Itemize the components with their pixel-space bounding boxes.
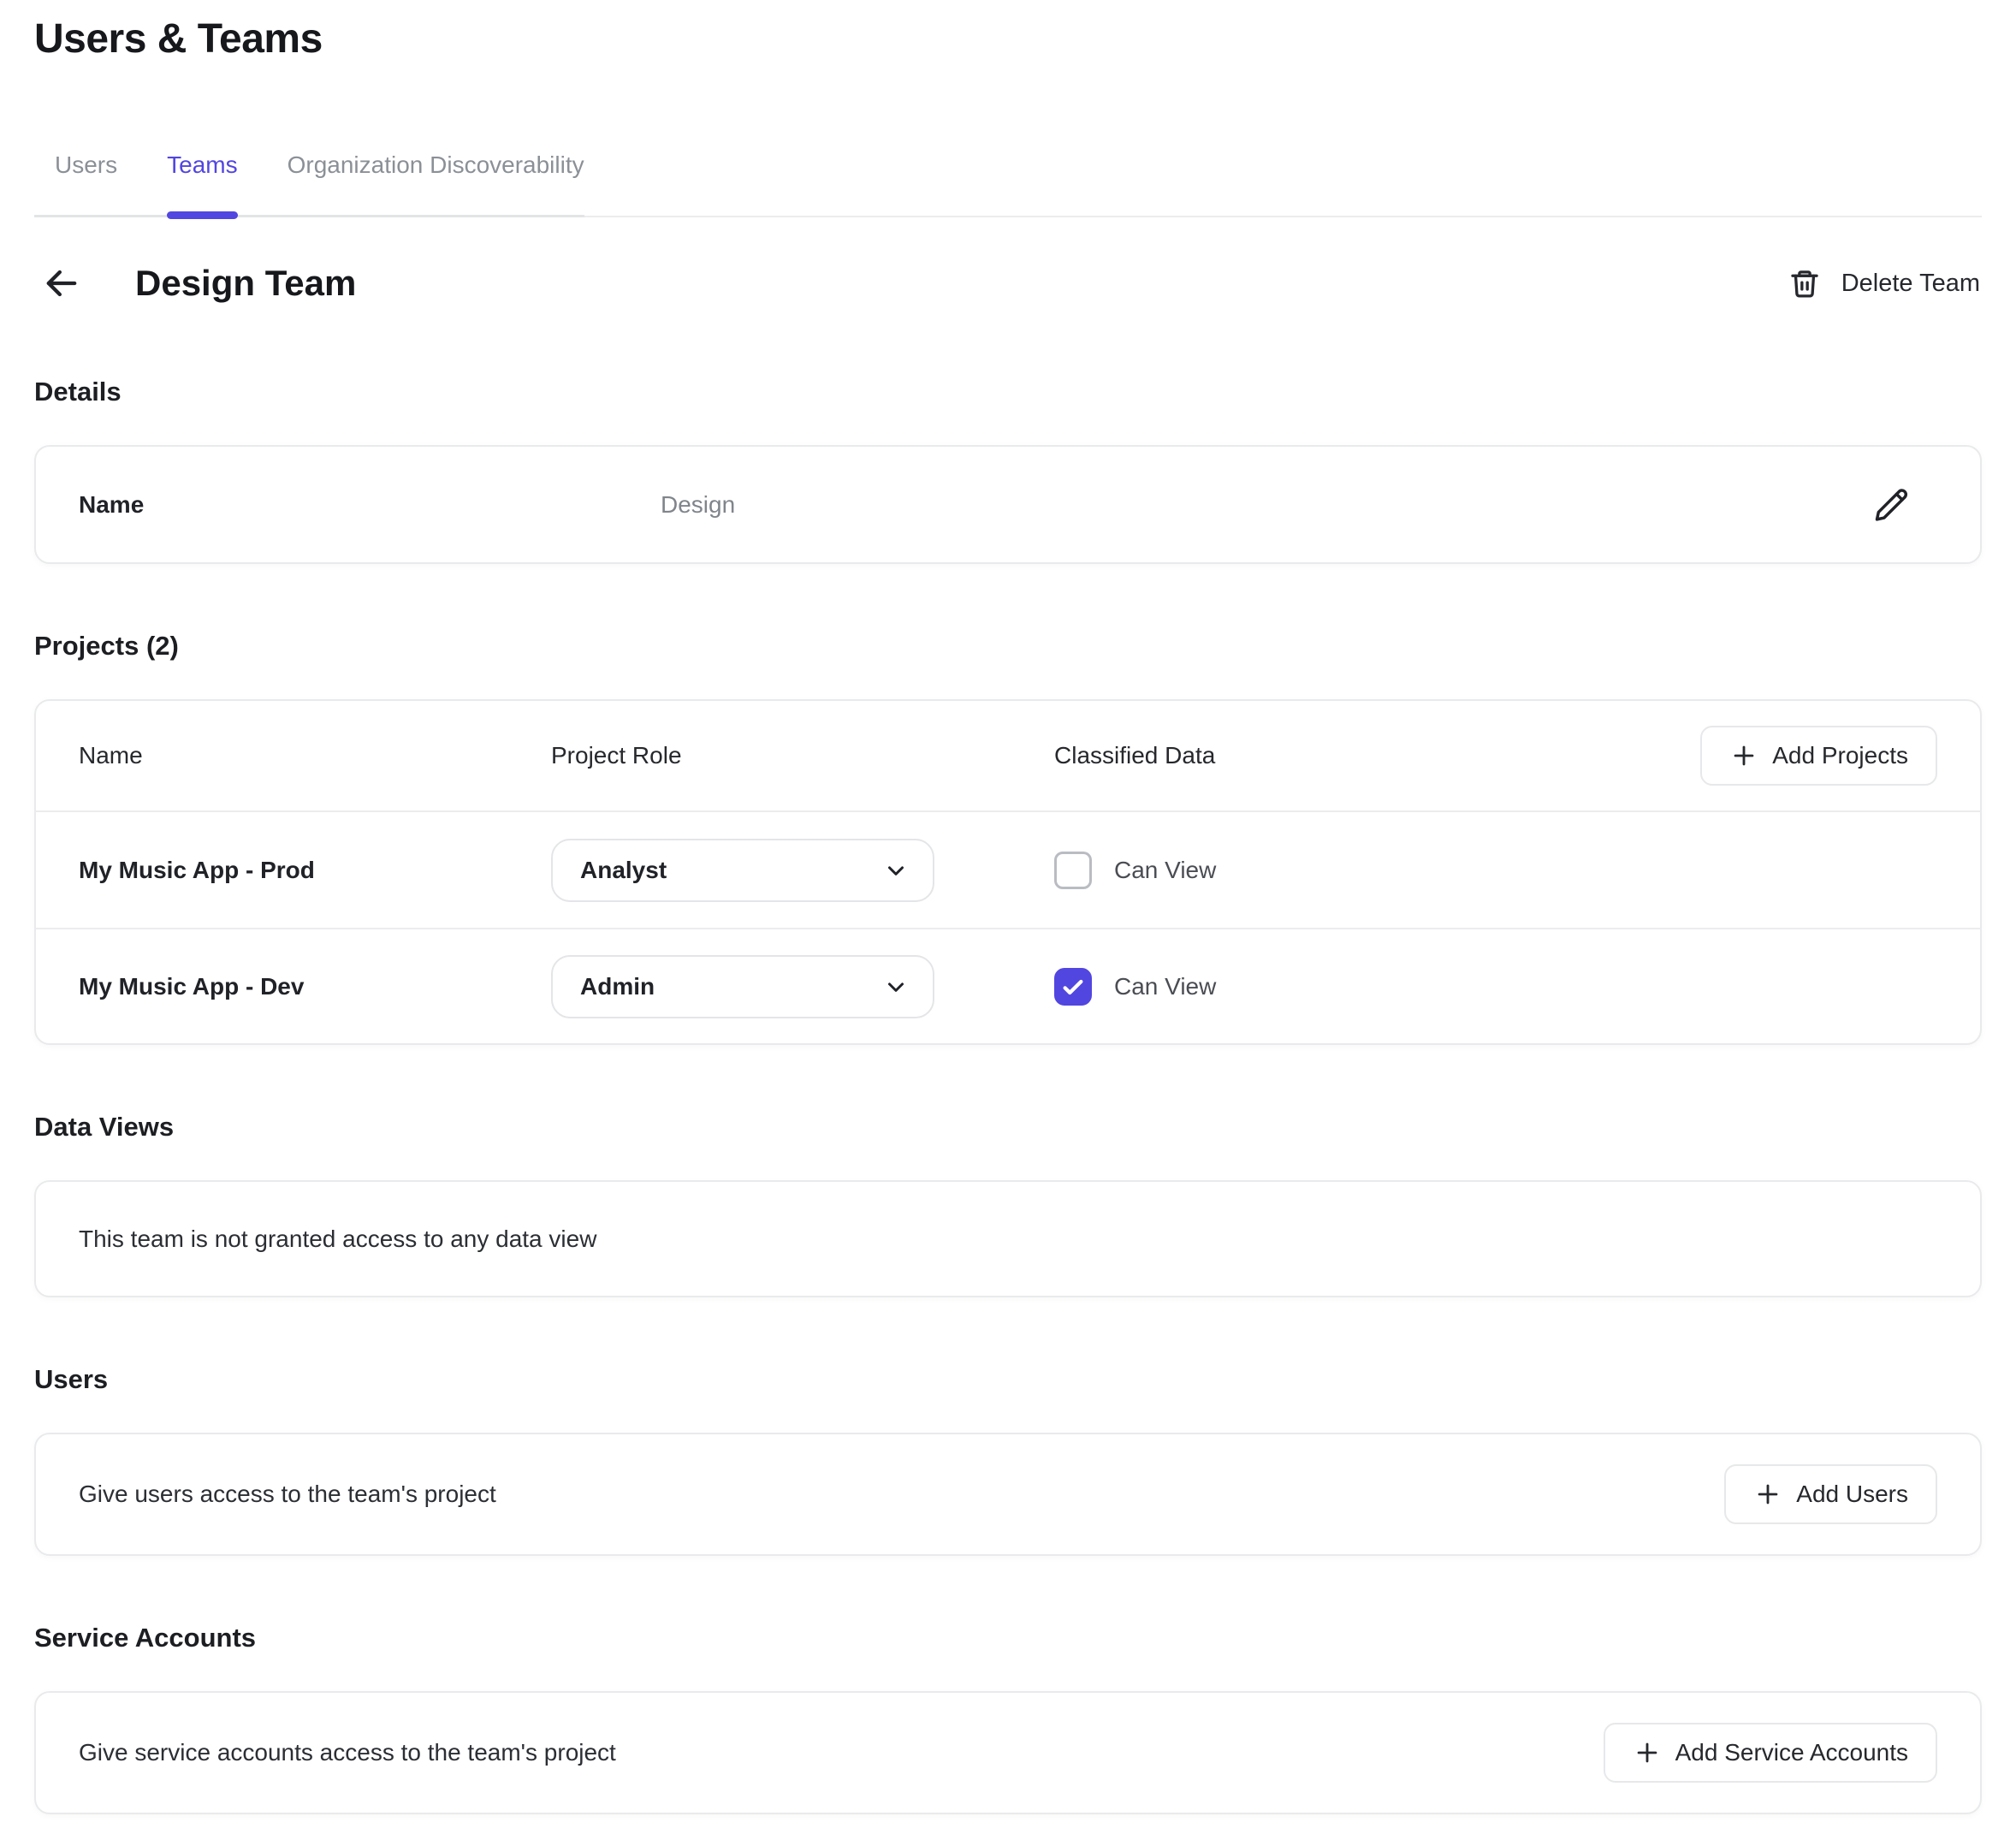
- tab-bar: Users Teams Organization Discoverability: [34, 151, 1982, 217]
- add-projects-button[interactable]: Add Projects: [1700, 726, 1937, 786]
- trash-icon: [1787, 265, 1823, 301]
- projects-section: Projects (2) Name Project Role Classifie…: [34, 631, 1982, 1045]
- projects-card: Name Project Role Classified Data Add Pr…: [34, 699, 1982, 1045]
- project-row: My Music App - Prod Analyst: [36, 812, 1980, 928]
- details-card: Name Design: [34, 445, 1982, 564]
- service-accounts-card: Give service accounts access to the team…: [34, 1691, 1982, 1814]
- users-card: Give users access to the team's project …: [34, 1433, 1982, 1556]
- back-button[interactable]: [38, 259, 86, 307]
- service-accounts-empty-text: Give service accounts access to the team…: [79, 1739, 616, 1766]
- data-views-section: Data Views This team is not granted acce…: [34, 1112, 1982, 1297]
- team-header: Design Team Delete Team: [34, 257, 1982, 310]
- edit-name-button[interactable]: [1865, 479, 1917, 531]
- users-section: Users Give users access to the team's pr…: [34, 1364, 1982, 1556]
- name-field-label: Name: [79, 491, 661, 519]
- can-view-label: Can View: [1114, 973, 1216, 1000]
- details-heading: Details: [34, 377, 1982, 407]
- add-projects-label: Add Projects: [1772, 742, 1908, 769]
- users-teams-page: Users & Teams Users Teams Organization D…: [0, 0, 2016, 1840]
- chevron-down-icon: [883, 974, 909, 1000]
- name-field-value: Design: [661, 491, 1865, 519]
- delete-team-label: Delete Team: [1841, 270, 1980, 298]
- projects-table-header: Name Project Role Classified Data Add Pr…: [36, 701, 1980, 812]
- add-service-accounts-label: Add Service Accounts: [1675, 1739, 1908, 1766]
- tab-organization-discoverability[interactable]: Organization Discoverability: [288, 151, 584, 215]
- project-row: My Music App - Dev Admin Ca: [36, 928, 1980, 1043]
- tab-teams-label: Teams: [167, 151, 237, 178]
- data-views-heading: Data Views: [34, 1112, 1982, 1143]
- add-service-accounts-button[interactable]: Add Service Accounts: [1604, 1723, 1937, 1783]
- can-view-label: Can View: [1114, 857, 1216, 884]
- project-role-value: Admin: [580, 973, 655, 1000]
- arrow-left-icon: [39, 261, 84, 306]
- add-users-label: Add Users: [1796, 1481, 1908, 1508]
- page-title: Users & Teams: [34, 15, 1982, 62]
- tab-users-label: Users: [55, 151, 117, 178]
- service-accounts-section: Service Accounts Give service accounts a…: [34, 1623, 1982, 1814]
- plus-icon: [1729, 741, 1758, 770]
- project-name: My Music App - Dev: [79, 973, 551, 1000]
- chevron-down-icon: [883, 858, 909, 883]
- details-section: Details Name Design: [34, 377, 1982, 564]
- column-header-classified-data: Classified Data: [1054, 742, 1700, 769]
- users-heading: Users: [34, 1364, 1982, 1395]
- active-tab-indicator: [167, 211, 237, 219]
- data-views-card: This team is not granted access to any d…: [34, 1180, 1982, 1297]
- add-users-button[interactable]: Add Users: [1724, 1464, 1937, 1524]
- plus-icon: [1633, 1738, 1662, 1767]
- can-view-checkbox[interactable]: [1054, 968, 1092, 1006]
- column-header-project-role: Project Role: [551, 742, 1054, 769]
- delete-team-button[interactable]: Delete Team: [1785, 257, 1982, 310]
- project-role-select[interactable]: Analyst: [551, 839, 934, 902]
- can-view-checkbox[interactable]: [1054, 852, 1092, 889]
- users-empty-text: Give users access to the team's project: [79, 1481, 496, 1508]
- team-title: Design Team: [135, 263, 356, 304]
- tab-teams[interactable]: Teams: [167, 151, 237, 215]
- pencil-icon: [1872, 486, 1910, 524]
- project-role-value: Analyst: [580, 857, 667, 884]
- project-role-select[interactable]: Admin: [551, 955, 934, 1018]
- project-name: My Music App - Prod: [79, 857, 551, 884]
- plus-icon: [1753, 1480, 1782, 1509]
- service-accounts-heading: Service Accounts: [34, 1623, 1982, 1653]
- projects-heading: Projects (2): [34, 631, 1982, 662]
- tab-organization-discoverability-label: Organization Discoverability: [288, 151, 584, 178]
- column-header-name: Name: [79, 742, 551, 769]
- data-views-empty-text: This team is not granted access to any d…: [79, 1226, 596, 1253]
- tab-users[interactable]: Users: [55, 151, 117, 215]
